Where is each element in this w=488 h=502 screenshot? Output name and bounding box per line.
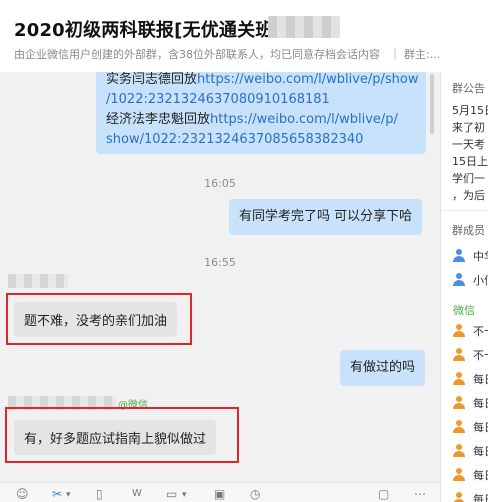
more-icon[interactable]: ⋯ bbox=[414, 487, 426, 501]
person-icon bbox=[453, 372, 465, 385]
highlight-box bbox=[5, 407, 239, 463]
members-title: 群成员 bbox=[452, 224, 485, 237]
notice-line: 学们一 bbox=[452, 172, 485, 185]
sender-name-redacted[interactable] bbox=[8, 274, 68, 288]
person-icon bbox=[453, 249, 465, 262]
replay-link-1-cont[interactable]: /1022:2321324637080910168181 bbox=[106, 90, 416, 110]
folder-icon[interactable]: ▭ bbox=[166, 487, 177, 501]
person-icon bbox=[453, 444, 465, 457]
person-icon bbox=[453, 324, 465, 337]
notice-line: ，为后 bbox=[452, 189, 485, 202]
message-line: 经济法李忠魁回放https://weibo.com/l/wblive/p/ bbox=[106, 110, 416, 130]
group-owner[interactable]: ｜ 群主:... bbox=[390, 48, 441, 61]
person-icon bbox=[453, 468, 465, 481]
person-icon bbox=[453, 273, 465, 286]
input-toolbar: ☺ ✂ ▾ ▯ W ▭ ▾ ▣ ◷ ▢ ⋯ bbox=[0, 482, 440, 502]
message-line: 实务闫志德回放https://weibo.com/l/wblive/p/show bbox=[106, 72, 419, 90]
chevron-down-icon[interactable]: ▾ bbox=[182, 488, 187, 502]
person-icon bbox=[453, 492, 465, 502]
member-name: 不卡 bbox=[473, 349, 488, 362]
message-text: 经济法李忠魁回放 bbox=[106, 112, 211, 127]
member-name: 每日 bbox=[473, 373, 488, 386]
notice-line: 来了初 bbox=[452, 121, 485, 134]
message-list[interactable]: 实务闫志德回放https://weibo.com/l/wblive/p/show… bbox=[0, 72, 440, 482]
chat-header: 2020初级两科联报[无优通关班 由企业微信用户创建的外部群，含38位外部联系人… bbox=[0, 0, 488, 72]
emoji-icon[interactable]: ☺ bbox=[16, 487, 29, 501]
notice-line: 一天考 bbox=[452, 138, 485, 151]
member-name: 中华 bbox=[473, 250, 488, 263]
replay-link-2[interactable]: https://weibo.com/l/wblive/p/ bbox=[210, 112, 398, 127]
video-icon[interactable]: ▢ bbox=[378, 487, 389, 501]
divider bbox=[441, 210, 488, 211]
group-notice-title: 群公告 bbox=[452, 82, 485, 95]
person-icon bbox=[453, 420, 465, 433]
replay-link-2-cont[interactable]: show/1022:2321324637085658382340 bbox=[106, 130, 416, 150]
group-subtitle: 由企业微信用户创建的外部群，含38位外部联系人，均已同意存档会话内容 ｜ 群主:… bbox=[14, 46, 488, 62]
member-name: 每日 bbox=[473, 469, 488, 482]
member-name: 每日 bbox=[473, 445, 488, 458]
group-notice[interactable]: 5月15日 来了初 一天考 15日上 学们一 ，为后 bbox=[452, 102, 488, 204]
group-description: 由企业微信用户创建的外部群，含38位外部联系人，均已同意存档会话内容 bbox=[14, 48, 380, 61]
file-icon[interactable]: ▯ bbox=[96, 487, 103, 501]
replay-link-1[interactable]: https://weibo.com/l/wblive/p/show bbox=[197, 72, 419, 87]
wechat-members-label: 微信 bbox=[453, 304, 475, 317]
person-icon bbox=[453, 348, 465, 361]
message-bubble-self[interactable]: 有同学考完了吗 可以分享下哈 bbox=[229, 199, 423, 235]
timestamp: 16:05 bbox=[204, 177, 236, 190]
group-title[interactable]: 2020初级两科联报[无优通关班 bbox=[14, 16, 274, 42]
member-name: 每日 bbox=[473, 397, 488, 410]
message-bubble-self-links[interactable]: 实务闫志德回放https://weibo.com/l/wblive/p/show… bbox=[96, 72, 426, 154]
image-icon[interactable]: ▣ bbox=[214, 487, 225, 501]
scissors-icon[interactable]: ✂ bbox=[52, 487, 62, 501]
person-icon bbox=[453, 396, 465, 409]
timestamp: 16:55 bbox=[204, 256, 236, 269]
message-text: 实务闫志德回放 bbox=[106, 72, 198, 87]
member-name: 每日 bbox=[473, 493, 488, 502]
chevron-down-icon[interactable]: ▾ bbox=[66, 488, 71, 502]
title-redaction bbox=[268, 16, 340, 38]
notice-line: 15日上 bbox=[452, 155, 488, 168]
chat-scrollbar[interactable] bbox=[430, 74, 434, 134]
member-name: 不卡 bbox=[473, 325, 488, 338]
notice-line: 5月15日 bbox=[452, 104, 488, 117]
history-icon[interactable]: ◷ bbox=[250, 487, 260, 501]
message-bubble-self[interactable]: 有做过的吗 bbox=[340, 350, 426, 386]
member-name: 每日 bbox=[473, 421, 488, 434]
member-name: 小何 bbox=[473, 274, 488, 287]
group-info-panel: 群公告 5月15日 来了初 一天考 15日上 学们一 ，为后 群成员 中华 小何… bbox=[440, 72, 488, 502]
highlight-box bbox=[6, 293, 192, 345]
word-doc-icon[interactable]: W bbox=[132, 487, 142, 501]
